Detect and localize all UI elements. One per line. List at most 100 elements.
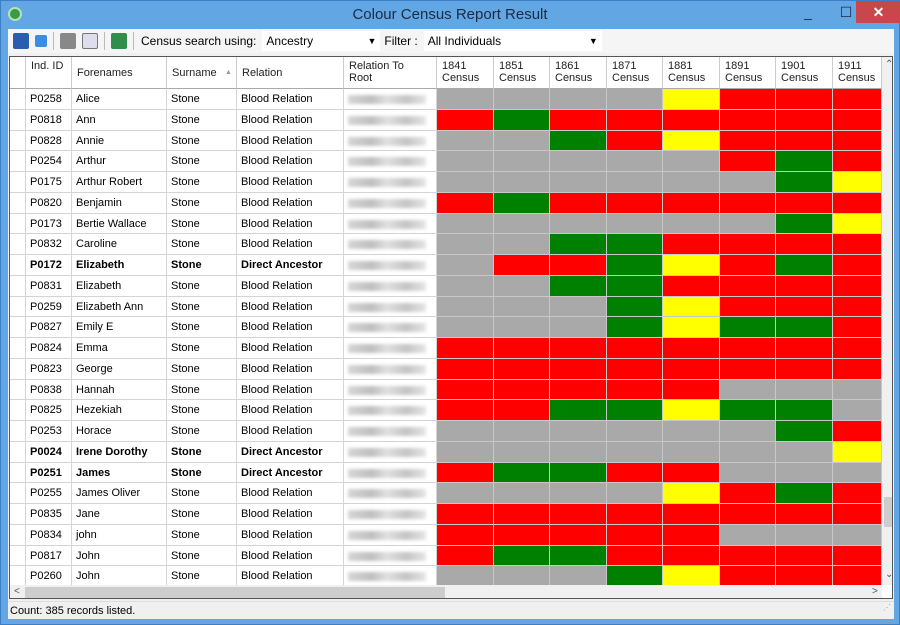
cell-id[interactable]: P0820 xyxy=(26,192,72,214)
census-status-cell[interactable] xyxy=(720,151,776,172)
census-status-cell[interactable] xyxy=(607,524,663,546)
row-header[interactable] xyxy=(10,524,26,546)
column-header[interactable]: 1841 Census xyxy=(437,57,494,89)
census-status-cell[interactable] xyxy=(720,89,776,110)
census-status-cell[interactable] xyxy=(607,192,663,214)
census-status-cell[interactable] xyxy=(607,566,663,587)
census-status-cell[interactable] xyxy=(607,151,663,172)
cell-surname[interactable]: Stone xyxy=(167,358,237,380)
census-status-cell[interactable] xyxy=(663,130,720,152)
census-status-cell[interactable] xyxy=(776,338,833,359)
cell-relation-to-root-redacted[interactable] xyxy=(344,275,437,297)
census-status-cell[interactable] xyxy=(663,296,720,318)
cell-forenames[interactable]: Annie xyxy=(72,130,167,152)
census-status-cell[interactable] xyxy=(607,338,663,359)
table-row[interactable]: P0817 John Stone Blood Relation xyxy=(10,545,890,567)
cell-relation-to-root-redacted[interactable] xyxy=(344,172,437,193)
census-status-cell[interactable] xyxy=(720,213,776,235)
cell-relation[interactable]: Blood Relation xyxy=(237,192,344,214)
census-status-cell[interactable] xyxy=(607,504,663,525)
census-status-cell[interactable] xyxy=(607,109,663,131)
census-status-cell[interactable] xyxy=(550,317,607,338)
census-status-cell[interactable] xyxy=(663,275,720,297)
cell-relation[interactable]: Direct Ancestor xyxy=(237,255,344,276)
census-status-cell[interactable] xyxy=(437,545,494,567)
cell-relation-to-root-redacted[interactable] xyxy=(344,317,437,338)
cell-id[interactable]: P0834 xyxy=(26,524,72,546)
vertical-scrollbar[interactable]: ⌃ ⌄ xyxy=(882,57,892,585)
cell-relation-to-root-redacted[interactable] xyxy=(344,421,437,442)
census-status-cell[interactable] xyxy=(776,441,833,463)
census-status-cell[interactable] xyxy=(607,130,663,152)
cell-relation-to-root-redacted[interactable] xyxy=(344,400,437,421)
census-status-cell[interactable] xyxy=(437,109,494,131)
census-status-cell[interactable] xyxy=(494,462,550,484)
cell-id[interactable]: P0825 xyxy=(26,400,72,421)
column-header[interactable]: Relation To Root xyxy=(344,57,437,89)
cell-surname[interactable]: Stone xyxy=(167,317,237,338)
census-status-cell[interactable] xyxy=(720,296,776,318)
census-search-dropdown[interactable]: Ancestry ▼ xyxy=(262,31,381,51)
table-row[interactable]: P0823 George Stone Blood Relation xyxy=(10,358,890,380)
census-status-cell[interactable] xyxy=(663,524,720,546)
census-status-cell[interactable] xyxy=(550,296,607,318)
cell-relation-to-root-redacted[interactable] xyxy=(344,566,437,587)
cell-forenames[interactable]: Alice xyxy=(72,89,167,110)
cell-forenames[interactable]: James xyxy=(72,462,167,484)
cell-surname[interactable]: Stone xyxy=(167,275,237,297)
cell-id[interactable]: P0824 xyxy=(26,338,72,359)
cell-id[interactable]: P0172 xyxy=(26,255,72,276)
cell-relation[interactable]: Blood Relation xyxy=(237,421,344,442)
minimize-button[interactable]: _ xyxy=(793,1,823,23)
horizontal-scroll-thumb[interactable] xyxy=(25,587,445,598)
cell-relation[interactable]: Blood Relation xyxy=(237,338,344,359)
census-status-cell[interactable] xyxy=(437,89,494,110)
table-row[interactable]: P0175 Arthur Robert Stone Blood Relation xyxy=(10,172,890,193)
cell-surname[interactable]: Stone xyxy=(167,504,237,525)
column-header[interactable]: 1851 Census xyxy=(494,57,550,89)
census-status-cell[interactable] xyxy=(663,566,720,587)
census-status-cell[interactable] xyxy=(720,421,776,442)
census-status-cell[interactable] xyxy=(437,462,494,484)
row-header[interactable] xyxy=(10,89,26,110)
census-status-cell[interactable] xyxy=(607,400,663,421)
table-row[interactable]: P0172 Elizabeth Stone Direct Ancestor xyxy=(10,255,890,276)
census-status-cell[interactable] xyxy=(494,338,550,359)
cell-id[interactable]: P0260 xyxy=(26,566,72,587)
census-status-cell[interactable] xyxy=(776,255,833,276)
row-header[interactable] xyxy=(10,296,26,318)
census-status-cell[interactable] xyxy=(720,130,776,152)
table-row[interactable]: P0258 Alice Stone Blood Relation xyxy=(10,89,890,110)
census-status-cell[interactable] xyxy=(607,255,663,276)
column-header[interactable]: Ind. ID xyxy=(26,57,72,89)
cell-forenames[interactable]: George xyxy=(72,358,167,380)
cell-relation-to-root-redacted[interactable] xyxy=(344,255,437,276)
census-status-cell[interactable] xyxy=(663,483,720,504)
census-status-cell[interactable] xyxy=(550,109,607,131)
census-status-cell[interactable] xyxy=(437,379,494,401)
census-status-cell[interactable] xyxy=(720,317,776,338)
cell-relation[interactable]: Blood Relation xyxy=(237,524,344,546)
cell-relation[interactable]: Blood Relation xyxy=(237,504,344,525)
print-preview-icon[interactable] xyxy=(82,33,98,49)
cell-surname[interactable]: Stone xyxy=(167,400,237,421)
cell-relation[interactable]: Blood Relation xyxy=(237,379,344,401)
census-status-cell[interactable] xyxy=(663,400,720,421)
cell-relation-to-root-redacted[interactable] xyxy=(344,213,437,235)
census-status-cell[interactable] xyxy=(437,504,494,525)
census-status-cell[interactable] xyxy=(437,172,494,193)
census-status-cell[interactable] xyxy=(494,192,550,214)
cell-relation-to-root-redacted[interactable] xyxy=(344,296,437,318)
cell-relation[interactable]: Blood Relation xyxy=(237,151,344,172)
census-status-cell[interactable] xyxy=(776,545,833,567)
cell-forenames[interactable]: James Oliver xyxy=(72,483,167,504)
census-status-cell[interactable] xyxy=(720,524,776,546)
resize-grip-icon[interactable]: ⋰ xyxy=(883,599,891,617)
cell-id[interactable]: P0253 xyxy=(26,421,72,442)
census-status-cell[interactable] xyxy=(833,483,882,504)
census-status-cell[interactable] xyxy=(776,275,833,297)
census-status-cell[interactable] xyxy=(494,130,550,152)
census-status-cell[interactable] xyxy=(607,545,663,567)
census-status-cell[interactable] xyxy=(833,213,882,235)
cell-id[interactable]: P0831 xyxy=(26,275,72,297)
